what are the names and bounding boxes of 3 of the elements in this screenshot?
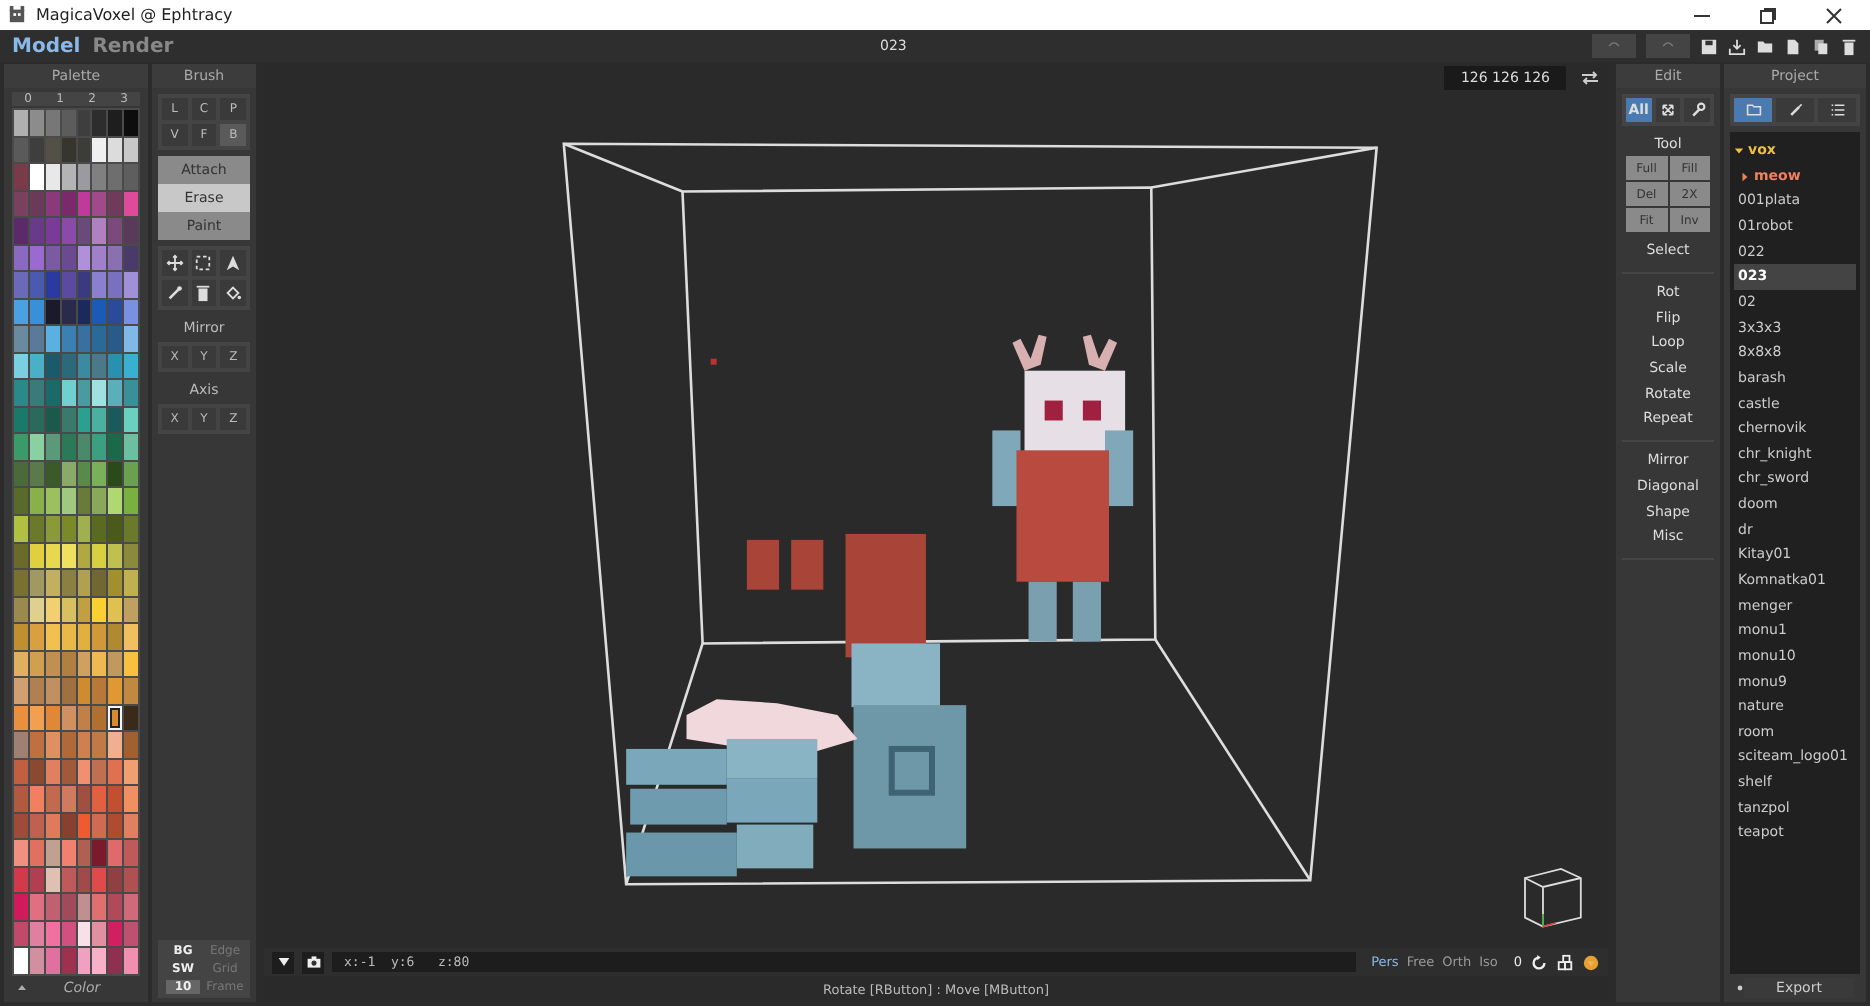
mode-tab[interactable]: Model	[12, 35, 81, 57]
mode-tab[interactable]: Render	[92, 35, 174, 57]
window-title: MagicaVoxel @ Ephtracy	[36, 6, 233, 24]
